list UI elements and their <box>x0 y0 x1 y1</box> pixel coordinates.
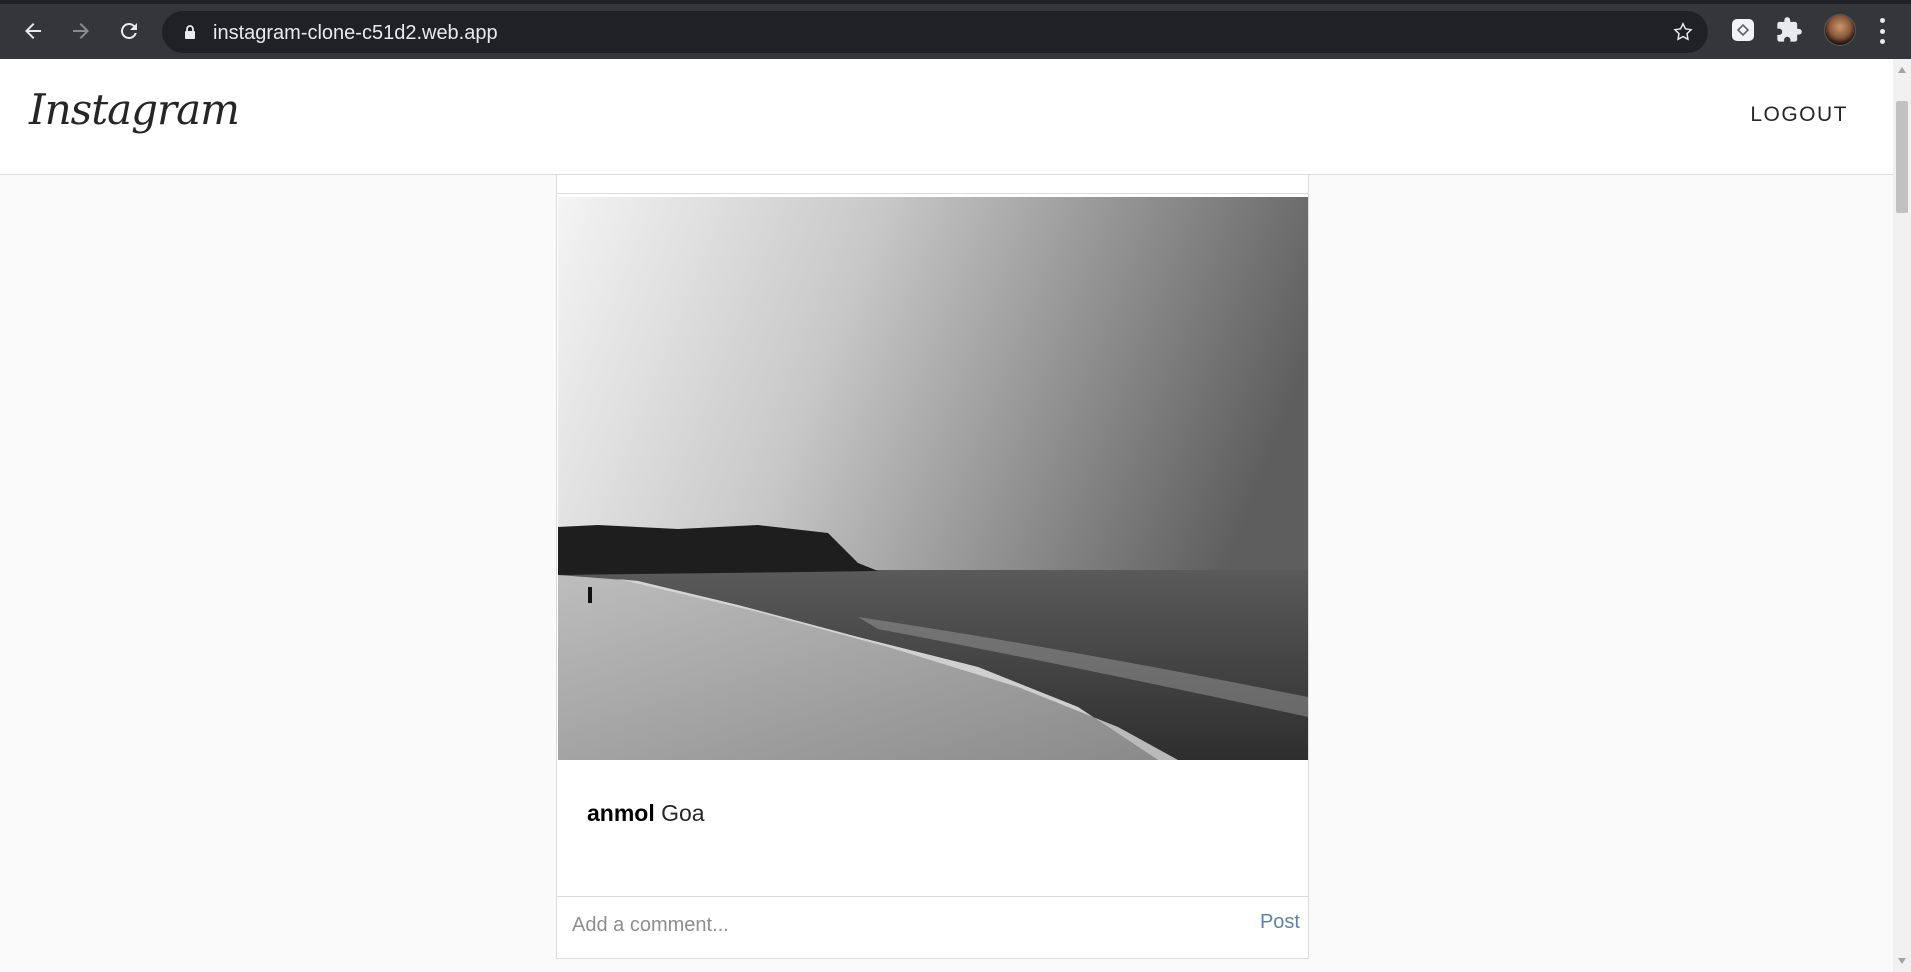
extension-icon[interactable] <box>1729 16 1757 44</box>
scroll-thumb[interactable] <box>1896 101 1908 213</box>
back-arrow-icon <box>25 23 41 39</box>
browser-toolbar: instagram-clone-c51d2.web.app <box>0 0 1911 59</box>
logout-button[interactable]: LOGOUT <box>1750 103 1848 127</box>
tab-strip <box>0 0 1911 4</box>
scroll-up-arrow-icon[interactable] <box>1898 67 1906 73</box>
post-username[interactable]: anmol <box>587 800 655 826</box>
url-text: instagram-clone-c51d2.web.app <box>213 22 498 44</box>
page-scrollbar[interactable] <box>1893 59 1911 972</box>
post-caption: anmol Goa <box>587 800 705 827</box>
post-comment-button[interactable]: Post <box>1260 911 1300 934</box>
scroll-down-arrow-icon[interactable] <box>1898 958 1906 964</box>
comment-form: Post <box>557 896 1308 952</box>
back-button[interactable] <box>15 13 51 49</box>
forward-arrow-icon <box>73 23 89 39</box>
profile-avatar[interactable] <box>1824 14 1856 46</box>
post-card: anmol Goa Post <box>556 175 1309 959</box>
forward-button[interactable] <box>63 13 99 49</box>
reload-button[interactable] <box>111 13 147 49</box>
address-bar[interactable]: instagram-clone-c51d2.web.app <box>162 11 1708 53</box>
lock-icon <box>185 25 195 39</box>
post-image <box>558 197 1308 760</box>
star-icon[interactable] <box>1672 21 1694 43</box>
app-header: Instagram LOGOUT <box>0 59 1893 175</box>
page: Instagram LOGOUT anmol Goa Add a comment… <box>0 59 1893 972</box>
reload-icon <box>120 22 137 39</box>
puzzle-icon[interactable] <box>1775 16 1803 44</box>
post-caption-text: Goa <box>661 800 705 826</box>
menu-icon[interactable] <box>1876 18 1888 44</box>
post-header-divider <box>557 193 1308 194</box>
instagram-logo[interactable]: Instagram <box>29 85 240 134</box>
comment-input[interactable] <box>572 910 1212 940</box>
